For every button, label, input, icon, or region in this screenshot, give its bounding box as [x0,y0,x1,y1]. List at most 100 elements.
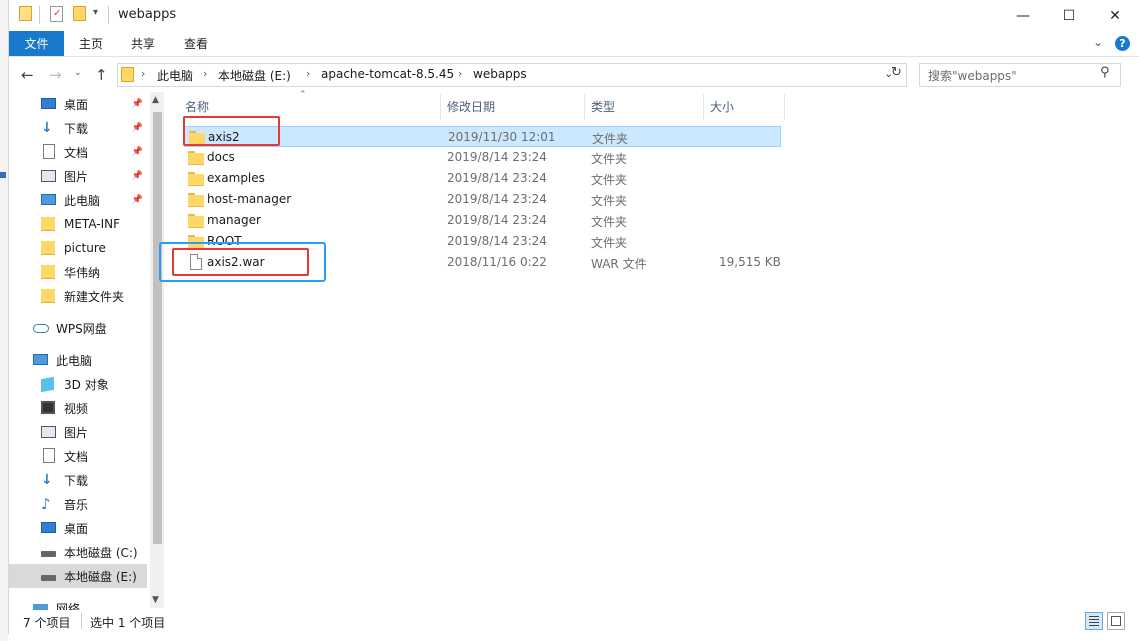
drive-icon [41,568,57,584]
help-icon[interactable]: ? [1115,36,1130,51]
file-type: 文件夹 [591,236,628,250]
sidebar-item-label: 下载 [64,473,89,488]
breadcrumb-separator[interactable]: › [203,67,207,80]
column-divider[interactable] [703,94,704,120]
file-name: host-manager [207,192,292,206]
sidebar-item[interactable]: picture [9,236,147,260]
sidebar-item[interactable]: 文档 📌 [9,140,147,164]
breadcrumb-webapps[interactable]: webapps [473,67,527,81]
computer-icon [33,352,49,368]
breadcrumb-drive-e[interactable]: 本地磁盘 (E:) [218,67,291,84]
download-icon: ↓ [41,472,53,488]
column-divider[interactable] [584,94,585,120]
refresh-icon[interactable]: ↻ [891,65,902,80]
sidebar-item[interactable]: 此电脑 [9,348,147,372]
sidebar-item[interactable]: 图片 [9,420,147,444]
close-button[interactable]: ✕ [1092,0,1138,31]
folder-quick-icon[interactable] [19,6,32,21]
large-icons-view-icon[interactable] [1107,612,1125,630]
pin-icon[interactable]: 📌 [132,147,143,157]
scroll-up-icon[interactable]: ▲ [152,95,159,105]
ribbon-expand-icon[interactable]: ⌄ [1093,35,1103,49]
forward-arrow-icon[interactable]: → [49,66,62,84]
recent-locations-icon[interactable]: ⌄ [74,68,82,78]
sidebar-item[interactable]: 文档 [9,444,147,468]
file-date: 2019/8/14 23:24 [447,150,547,164]
address-bar[interactable]: › 此电脑 › 本地磁盘 (E:) › apache-tomcat-8.5.45… [117,63,907,87]
pin-icon[interactable]: 📌 [132,123,143,133]
breadcrumb-tomcat[interactable]: apache-tomcat-8.5.45 [321,67,454,81]
sidebar-item-label: 图片 [64,169,89,184]
column-divider[interactable] [784,94,785,120]
sidebar-item-label: 此电脑 [64,193,101,208]
up-arrow-icon[interactable]: ↑ [95,66,108,84]
cloud-icon [33,320,49,336]
properties-icon[interactable]: ✓ [50,6,63,22]
folder-icon [41,288,57,304]
breadcrumb-separator[interactable]: › [141,67,145,80]
column-header-name[interactable]: 名称 [185,94,209,118]
column-divider[interactable] [440,94,441,120]
sidebar-item[interactable]: ♪ 音乐 [9,492,147,516]
file-row[interactable]: manager 2019/8/14 23:24 文件夹 [184,210,781,231]
sidebar-item-label: 本地磁盘 (E:) [64,569,137,584]
file-type: WAR 文件 [591,257,647,271]
explorer-window: ✓ ▾ webapps — ☐ ✕ 文件 主页 共享 查看 ⌄ ? ← → ⌄ … [8,0,1139,634]
sidebar-item-label: 3D 对象 [64,377,109,392]
maximize-button[interactable]: ☐ [1046,0,1092,31]
tab-home[interactable]: 主页 [79,31,103,56]
column-header-size[interactable]: 大小 [710,94,734,118]
sidebar-item-label: META-INF [64,217,121,231]
file-date: 2019/8/14 23:24 [447,192,547,206]
tab-file[interactable]: 文件 [9,31,64,56]
column-header-type[interactable]: 类型 [591,94,615,118]
sidebar-item-label: 本地磁盘 (C:) [64,545,138,560]
sidebar-item[interactable]: 本地磁盘 (C:) [9,540,147,564]
search-icon[interactable]: ⚲ [1100,65,1110,80]
sidebar-item[interactable]: 3D 对象 [9,372,147,396]
sidebar-item[interactable]: 视频 [9,396,147,420]
scroll-down-icon[interactable]: ▼ [152,595,159,605]
videos-icon [41,400,57,416]
file-type: 文件夹 [591,215,628,229]
search-input[interactable]: 搜索"webapps" ⚲ [919,63,1121,87]
document-icon [41,448,57,464]
pin-icon[interactable]: 📌 [132,99,143,109]
pin-icon[interactable]: 📌 [132,195,143,205]
sidebar-item[interactable]: 本地磁盘 (E:) [9,564,147,588]
details-view-icon[interactable] [1085,612,1103,630]
file-date: 2019/11/30 12:01 [448,130,556,144]
pictures-icon [41,424,57,440]
file-row[interactable]: examples 2019/8/14 23:24 文件夹 [184,168,781,189]
back-arrow-icon[interactable]: ← [21,66,34,84]
customize-qa-icon[interactable]: ▾ [93,7,98,18]
sidebar-item[interactable]: META-INF [9,212,147,236]
breadcrumb-this-pc[interactable]: 此电脑 [157,67,193,84]
breadcrumb-separator[interactable]: › [458,67,462,80]
sidebar-item[interactable]: 新建文件夹 [9,284,147,308]
folder-icon [41,240,57,256]
column-header-date[interactable]: 修改日期 [447,94,495,118]
sidebar-item-label: 文档 [64,449,89,464]
sidebar-item[interactable]: 桌面 [9,516,147,540]
breadcrumb-separator[interactable]: › [306,67,310,80]
tab-view[interactable]: 查看 [184,31,208,56]
minimize-button[interactable]: — [1000,0,1046,31]
sidebar-item[interactable]: 桌面 📌 [9,92,147,116]
sidebar-item[interactable]: 此电脑 📌 [9,188,147,212]
file-row[interactable]: docs 2019/8/14 23:24 文件夹 [184,147,781,168]
scroll-thumb[interactable] [153,112,162,544]
file-row[interactable]: host-manager 2019/8/14 23:24 文件夹 [184,189,781,210]
tab-share[interactable]: 共享 [131,31,155,56]
document-icon [41,144,57,160]
sidebar-item-label: 华伟纳 [64,265,101,280]
pin-icon[interactable]: 📌 [132,171,143,181]
nav-scrollbar[interactable]: ▲ ▼ [150,92,164,608]
sidebar-item[interactable]: ↓ 下载 📌 [9,116,147,140]
sidebar-item[interactable]: WPS网盘 [9,316,147,340]
new-folder-quick-icon[interactable] [73,6,86,21]
sidebar-item[interactable]: 华伟纳 [9,260,147,284]
sidebar-item[interactable]: ↓ 下载 [9,468,147,492]
sidebar-item[interactable]: 图片 📌 [9,164,147,188]
qa-divider [39,6,40,24]
